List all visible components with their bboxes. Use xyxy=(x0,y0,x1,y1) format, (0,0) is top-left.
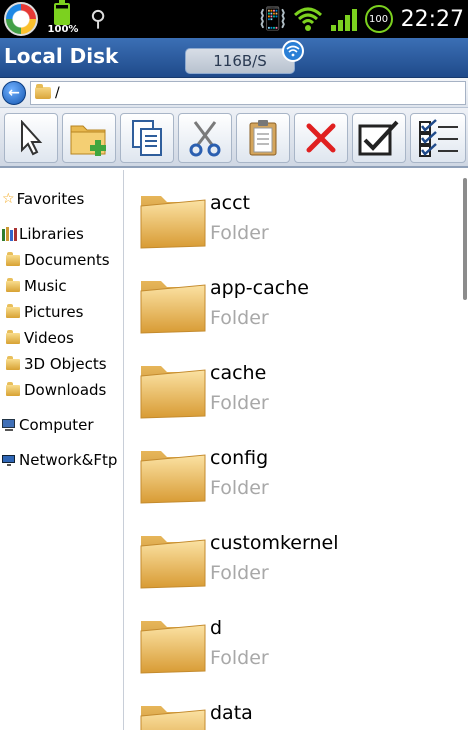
sidebar-item-libraries[interactable]: Libraries xyxy=(2,222,84,246)
battery-indicator: 100% xyxy=(46,0,80,38)
sidebar-item-label: Music xyxy=(24,277,67,295)
checkbox-icon xyxy=(358,120,399,156)
folder-icon xyxy=(6,277,20,292)
sidebar-item-pictures[interactable]: Pictures xyxy=(6,300,83,324)
battery-label: 100% xyxy=(47,24,79,35)
select-pointer-button[interactable] xyxy=(4,113,58,163)
delete-button[interactable] xyxy=(294,113,348,163)
folder-icon xyxy=(139,528,207,590)
sidebar-item-label: Pictures xyxy=(24,303,84,321)
sidebar-item-network[interactable]: Network&Ftp xyxy=(2,448,117,472)
back-button[interactable]: ← xyxy=(2,81,26,105)
computer-icon xyxy=(2,419,17,431)
usb-icon: ⚲ xyxy=(90,6,107,32)
paste-button[interactable] xyxy=(236,113,290,163)
copy-button[interactable] xyxy=(120,113,174,163)
vibrate-icon: 📳 xyxy=(259,6,287,32)
sidebar: ☆ Favorites Libraries Documents Music Pi… xyxy=(0,170,124,730)
list-item[interactable]: config Folder xyxy=(125,425,465,510)
scissors-icon xyxy=(189,121,221,157)
status-bar: 100% ⚲ 📳 100 22:27 xyxy=(0,0,468,38)
folder-icon xyxy=(139,698,207,730)
folder-icon xyxy=(139,613,207,675)
sidebar-item-computer[interactable]: Computer xyxy=(2,413,94,437)
sidebar-item-label: Documents xyxy=(24,251,110,269)
path-field[interactable]: / xyxy=(30,81,466,105)
folder-icon xyxy=(6,355,20,370)
wifi-transfer-icon[interactable] xyxy=(282,40,304,62)
status-left: 100% ⚲ xyxy=(0,0,106,38)
file-name: acct xyxy=(210,192,250,214)
list-item[interactable]: data xyxy=(125,680,465,730)
list-item[interactable]: acct Folder xyxy=(125,170,465,255)
sidebar-item-favorites[interactable]: ☆ Favorites xyxy=(2,187,84,211)
list-item[interactable]: cache Folder xyxy=(125,340,465,425)
sidebar-item-label: Libraries xyxy=(19,225,84,243)
file-type: Folder xyxy=(210,307,269,329)
folder-icon xyxy=(6,329,20,344)
folder-icon xyxy=(139,273,207,335)
toolbar xyxy=(0,108,468,168)
folder-icon xyxy=(35,84,51,99)
sidebar-item-music[interactable]: Music xyxy=(6,274,67,298)
path-bar: ← / xyxy=(0,78,468,108)
transfer-speed-badge[interactable]: 116B/S xyxy=(185,48,295,74)
status-right: 📳 100 22:27 xyxy=(259,0,468,38)
file-type: Folder xyxy=(210,562,269,584)
file-type: Folder xyxy=(210,392,269,414)
sidebar-item-documents[interactable]: Documents xyxy=(6,248,110,272)
books-icon xyxy=(2,227,17,241)
file-name: config xyxy=(210,447,269,469)
folder-icon xyxy=(139,358,207,420)
network-icon xyxy=(2,454,17,466)
clock: 22:27 xyxy=(400,6,464,32)
multi-select-button[interactable] xyxy=(410,113,466,163)
folder-icon xyxy=(6,251,20,266)
file-name: data xyxy=(210,702,253,724)
signal-icon xyxy=(329,7,357,31)
cpu-icon: 100 xyxy=(364,5,393,33)
folder-icon xyxy=(139,188,207,250)
sidebar-item-label: Downloads xyxy=(24,381,107,399)
battery-icon xyxy=(54,0,70,25)
file-name: customkernel xyxy=(210,532,339,554)
page-title: Local Disk xyxy=(4,44,119,68)
app-launcher-icon[interactable] xyxy=(4,2,38,36)
file-name: d xyxy=(210,617,223,639)
delete-x-icon xyxy=(306,123,336,153)
file-type: Folder xyxy=(210,647,269,669)
file-type: Folder xyxy=(210,477,269,499)
star-icon: ☆ xyxy=(2,191,15,207)
file-type: Folder xyxy=(210,222,269,244)
list-item[interactable]: app-cache Folder xyxy=(125,255,465,340)
clipboard-icon xyxy=(249,120,277,156)
sidebar-item-3d-objects[interactable]: 3D Objects xyxy=(6,352,107,376)
folder-icon xyxy=(6,381,20,396)
sidebar-item-label: Favorites xyxy=(16,190,85,208)
title-bar: Local Disk 116B/S xyxy=(0,38,468,78)
sidebar-item-downloads[interactable]: Downloads xyxy=(6,378,106,402)
wifi-icon xyxy=(293,7,322,31)
list-item[interactable]: customkernel Folder xyxy=(125,510,465,595)
file-name: app-cache xyxy=(210,277,309,299)
multi-check-icon xyxy=(419,119,458,157)
sidebar-item-label: Network&Ftp xyxy=(19,451,118,469)
copy-icon xyxy=(132,120,162,156)
file-name: cache xyxy=(210,362,267,384)
cursor-icon xyxy=(21,120,43,156)
sidebar-item-label: 3D Objects xyxy=(24,355,107,373)
folder-icon xyxy=(139,443,207,505)
sidebar-item-videos[interactable]: Videos xyxy=(6,326,74,350)
sidebar-item-label: Videos xyxy=(24,329,74,347)
current-path: / xyxy=(55,85,60,101)
new-folder-icon xyxy=(70,125,106,156)
cut-button[interactable] xyxy=(178,113,232,163)
file-list: acct Folder app-cache Folder cache Folder conf… xyxy=(125,170,468,730)
check-button[interactable] xyxy=(352,113,406,163)
sidebar-item-label: Computer xyxy=(19,416,94,434)
list-item[interactable]: d Folder xyxy=(125,595,465,680)
folder-icon xyxy=(6,303,20,318)
new-folder-button[interactable] xyxy=(62,113,116,163)
